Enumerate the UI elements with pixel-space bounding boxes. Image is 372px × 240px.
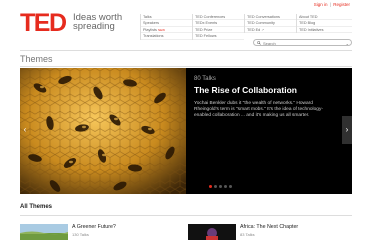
nav-item-translations[interactable]: Translations [141, 33, 192, 40]
chevron-down-icon[interactable]: ⌄ [346, 41, 349, 46]
greener-future-thumbnail[interactable] [20, 224, 68, 240]
featured-theme-title[interactable]: The Rise of Collaboration [194, 85, 328, 95]
nav-column-4: About TED TED Blog TED Initiatives [296, 14, 352, 34]
nav-item-ted-ed[interactable]: TED Ed↗ [245, 27, 296, 34]
sign-in-link[interactable]: Sign in [314, 2, 328, 7]
featured-theme-description: Yochai Benkler dubs it "the wealth of ne… [194, 101, 323, 119]
tagline: Ideas worth spreading [73, 12, 123, 32]
external-link-icon: ↗ [261, 27, 265, 32]
carousel-pagination [209, 185, 232, 188]
theme-talk-count: 130 Talks [72, 232, 89, 237]
register-link[interactable]: Register [333, 2, 350, 7]
nav-item-ted-initiatives[interactable]: TED Initiatives [297, 27, 352, 34]
ted-logo[interactable]: TED [20, 11, 67, 36]
nav-column-2: TED Conferences TEDx Events TED Prize TE… [192, 14, 244, 40]
theme-talk-count: 83 Talks [240, 232, 255, 237]
divider [20, 66, 352, 67]
carousel-dot[interactable] [224, 185, 227, 188]
africa-next-chapter-thumbnail[interactable] [188, 224, 236, 240]
page-title: Themes [20, 54, 53, 64]
carousel-dot[interactable] [209, 185, 212, 188]
divider [20, 215, 352, 216]
auth-links: Sign in | Register [314, 2, 350, 7]
divider [20, 50, 352, 51]
search-icon [257, 41, 261, 45]
featured-theme-info: 80 Talks The Rise of Collaboration Yocha… [194, 76, 328, 120]
search-input[interactable]: Search ⌄ [253, 39, 352, 46]
theme-title[interactable]: A Greener Future? [72, 224, 116, 230]
search-placeholder: Search [263, 41, 276, 46]
auth-separator: | [329, 2, 331, 7]
new-badge: NEW [157, 27, 165, 32]
carousel-dot[interactable] [229, 185, 232, 188]
nav-column-3: TED Conversations TED Community TED Ed↗ [244, 14, 296, 34]
theme-title[interactable]: Africa: The Next Chapter [240, 224, 298, 230]
carousel-prev-button[interactable]: ‹ [20, 116, 30, 144]
carousel-next-button[interactable]: › [342, 116, 352, 144]
featured-theme-carousel[interactable]: ‹ 80 Talks The Rise of Collaboration Yoc… [20, 68, 352, 194]
honeycomb-bees-image [20, 68, 186, 194]
carousel-dot[interactable] [214, 185, 217, 188]
nav-item-ted-fellows[interactable]: TED Fellows [193, 33, 244, 40]
talk-count: 80 Talks [194, 76, 216, 82]
all-themes-heading: All Themes [20, 204, 53, 210]
carousel-dot[interactable] [219, 185, 222, 188]
nav-column-1: Talks Speakers PlaylistsNEW Translations [140, 14, 192, 40]
